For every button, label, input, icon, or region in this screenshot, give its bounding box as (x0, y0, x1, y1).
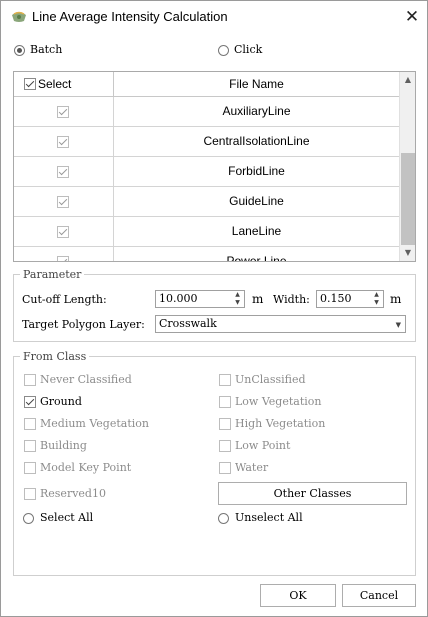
row-file-name: CentralIsolationLine (203, 134, 310, 148)
title-bar: Line Average Intensity Calculation ✕ (1, 1, 427, 33)
row-checkbox[interactable] (57, 226, 69, 238)
row-checkbox[interactable] (57, 106, 69, 118)
row-checkbox[interactable] (57, 166, 69, 178)
class-label-ground: Ground (40, 395, 82, 408)
row-select-cell (14, 157, 114, 187)
spin-up-icon[interactable]: ▲ (370, 291, 383, 299)
dialog-window: Line Average Intensity Calculation ✕ Bat… (0, 0, 428, 617)
cutoff-length-value[interactable]: 10.000 (159, 292, 198, 305)
table-row[interactable]: AuxiliaryLine (14, 97, 399, 127)
table-header: Select File Name (14, 72, 399, 97)
parameter-group-title: Parameter (20, 268, 85, 281)
row-checkbox[interactable] (57, 136, 69, 148)
class-checkbox-ground[interactable] (24, 396, 36, 408)
batch-radio[interactable] (14, 45, 25, 56)
class-label-water: Water (235, 461, 269, 474)
class-label-never-classified: Never Classified (40, 373, 132, 386)
file-table-viewport: Select File Name AuxiliaryLine CentralIs… (14, 72, 399, 261)
table-row[interactable]: ForbidLine (14, 157, 399, 187)
select-all-radio[interactable] (23, 513, 34, 524)
row-select-cell (14, 127, 114, 157)
class-label-low-point: Low Point (235, 439, 291, 452)
row-file-name: ForbidLine (228, 164, 285, 178)
scroll-down-icon[interactable]: ▼ (400, 245, 415, 261)
batch-radio-label[interactable]: Batch (30, 43, 62, 56)
chevron-down-icon[interactable]: ▼ (396, 317, 401, 333)
class-label-medium-vegetation: Medium Vegetation (40, 417, 149, 430)
table-row[interactable]: GuideLine (14, 187, 399, 217)
class-checkbox-reserved10[interactable] (24, 488, 36, 500)
class-checkbox-never-classified[interactable] (24, 374, 36, 386)
class-label-low-vegetation: Low Vegetation (235, 395, 322, 408)
width-spin-buttons: ▲ ▼ (370, 291, 383, 307)
class-checkbox-low-point[interactable] (219, 440, 231, 452)
row-file-name: Power Line (226, 254, 287, 261)
class-label-model-key-point: Model Key Point (40, 461, 132, 474)
table-scrollbar[interactable]: ▲ ▼ (399, 72, 415, 261)
width-label: Width: (273, 293, 310, 306)
scroll-up-icon[interactable]: ▲ (400, 72, 415, 88)
class-checkbox-high-vegetation[interactable] (219, 418, 231, 430)
click-radio-label[interactable]: Click (234, 43, 262, 56)
row-select-cell (14, 247, 114, 261)
class-label-high-vegetation: High Vegetation (235, 417, 326, 430)
row-select-cell (14, 97, 114, 127)
spin-up-icon[interactable]: ▲ (231, 291, 244, 299)
target-polygon-label: Target Polygon Layer: (22, 318, 145, 331)
cutoff-length-label: Cut-off Length: (22, 293, 107, 306)
class-checkbox-building[interactable] (24, 440, 36, 452)
cutoff-unit: m (252, 292, 264, 306)
window-title: Line Average Intensity Calculation (32, 9, 228, 24)
row-file-name: LaneLine (231, 224, 282, 238)
unselect-all-label[interactable]: Unselect All (235, 511, 303, 524)
file-table: Select File Name AuxiliaryLine CentralIs… (13, 71, 416, 262)
cancel-button[interactable]: Cancel (342, 584, 416, 607)
class-checkbox-unclassified[interactable] (219, 374, 231, 386)
header-select-cell: Select (14, 72, 114, 97)
target-polygon-value: Crosswalk (159, 317, 217, 330)
row-checkbox[interactable] (57, 256, 69, 261)
click-radio[interactable] (218, 45, 229, 56)
class-checkbox-water[interactable] (219, 462, 231, 474)
select-all-label[interactable]: Select All (40, 511, 93, 524)
ok-button[interactable]: OK (260, 584, 336, 607)
close-button[interactable]: ✕ (399, 5, 425, 29)
class-label-building: Building (40, 439, 87, 452)
header-file-name[interactable]: File Name (114, 72, 399, 97)
spin-down-icon[interactable]: ▼ (231, 299, 244, 307)
app-logo-icon (12, 11, 26, 22)
spin-down-icon[interactable]: ▼ (370, 299, 383, 307)
class-checkbox-medium-vegetation[interactable] (24, 418, 36, 430)
width-spinbox[interactable]: 0.150 ▲ ▼ (316, 290, 384, 308)
from-class-group-title: From Class (20, 350, 90, 363)
other-classes-button[interactable]: Other Classes (218, 482, 407, 505)
scrollbar-thumb[interactable] (401, 153, 415, 245)
row-select-cell (14, 217, 114, 247)
class-checkbox-low-vegetation[interactable] (219, 396, 231, 408)
scrollbar-track-upper[interactable] (401, 89, 415, 153)
close-icon: ✕ (404, 7, 420, 27)
target-polygon-combobox[interactable]: Crosswalk ▼ (155, 315, 406, 333)
row-select-cell (14, 187, 114, 217)
row-checkbox[interactable] (57, 196, 69, 208)
select-all-header-checkbox[interactable] (24, 78, 36, 90)
class-label-unclassified: UnClassified (235, 373, 306, 386)
class-checkbox-model-key-point[interactable] (24, 462, 36, 474)
row-file-name: AuxiliaryLine (222, 104, 291, 118)
header-select-label: Select (38, 77, 72, 91)
table-body: AuxiliaryLine CentralIsolationLine Forbi… (14, 97, 399, 261)
row-file-name: GuideLine (229, 194, 284, 208)
class-label-reserved10: Reserved10 (40, 487, 106, 500)
cutoff-length-spinbox[interactable]: 10.000 ▲ ▼ (155, 290, 245, 308)
table-row[interactable]: LaneLine (14, 217, 399, 247)
cutoff-spin-buttons: ▲ ▼ (231, 291, 244, 307)
width-value[interactable]: 0.150 (320, 292, 352, 305)
table-row[interactable]: Power Line (14, 247, 399, 261)
width-unit: m (390, 292, 402, 306)
table-row[interactable]: CentralIsolationLine (14, 127, 399, 157)
unselect-all-radio[interactable] (218, 513, 229, 524)
